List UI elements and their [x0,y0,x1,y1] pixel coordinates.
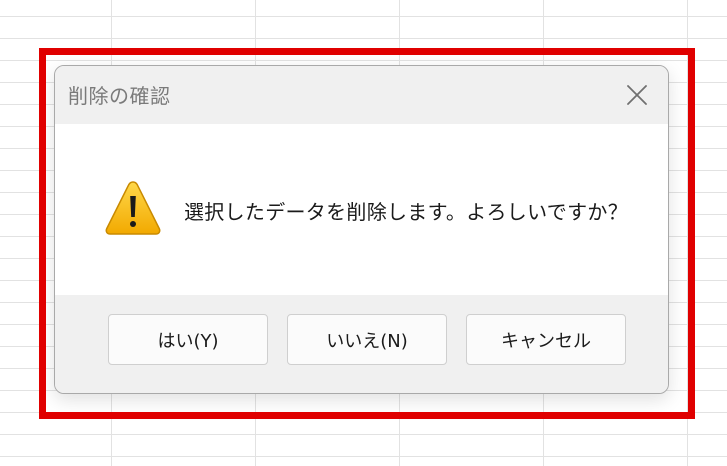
dialog-message: 選択したデータを削除します。よろしいですか？ [184,200,628,224]
dialog-button-bar: はい(Y) いいえ(N) キャンセル [55,295,668,393]
confirm-delete-dialog: 削除の確認 選択したデータを削除します。よろしいですか？ はい(Y) いいえ(N… [54,65,669,394]
close-icon [627,85,647,105]
no-button[interactable]: いいえ(N) [287,314,447,365]
warning-triangle-icon [105,181,161,235]
cancel-button[interactable]: キャンセル [466,314,626,365]
close-button[interactable] [618,76,656,114]
dialog-content: 選択したデータを削除します。よろしいですか？ [55,124,668,295]
yes-button[interactable]: はい(Y) [108,314,268,365]
dialog-title: 削除の確認 [68,84,171,108]
dialog-titlebar: 削除の確認 [55,66,668,124]
